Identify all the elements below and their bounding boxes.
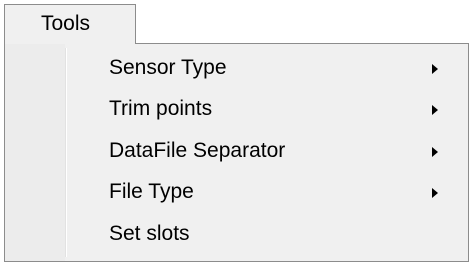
menu-tools-label: Tools xyxy=(41,12,91,35)
submenu-arrow-icon xyxy=(432,147,438,157)
menu-item-label: Set slots xyxy=(109,222,190,245)
menu-item-trim-points[interactable]: Trim points xyxy=(8,89,465,129)
menu-item-sensor-type[interactable]: Sensor Type xyxy=(8,48,465,88)
menu-item-label: DataFile Separator xyxy=(109,139,286,162)
menu-item-set-slots[interactable]: Set slots xyxy=(8,214,465,254)
submenu-arrow-icon xyxy=(432,188,438,198)
app-window: Tools Sensor Type Trim points DataFile S… xyxy=(0,0,471,264)
menu-item-label: Trim points xyxy=(109,97,213,120)
menu-item-label: File Type xyxy=(109,180,194,203)
menu-item-datafile-separator[interactable]: DataFile Separator xyxy=(8,131,465,171)
submenu-arrow-icon xyxy=(432,105,438,115)
menu-item-label: Sensor Type xyxy=(109,56,227,79)
tools-dropdown-menu: Sensor Type Trim points DataFile Separat… xyxy=(4,43,469,262)
submenu-arrow-icon xyxy=(432,64,438,74)
menu-tools[interactable]: Tools xyxy=(4,4,136,44)
menu-item-file-type[interactable]: File Type xyxy=(8,172,465,212)
